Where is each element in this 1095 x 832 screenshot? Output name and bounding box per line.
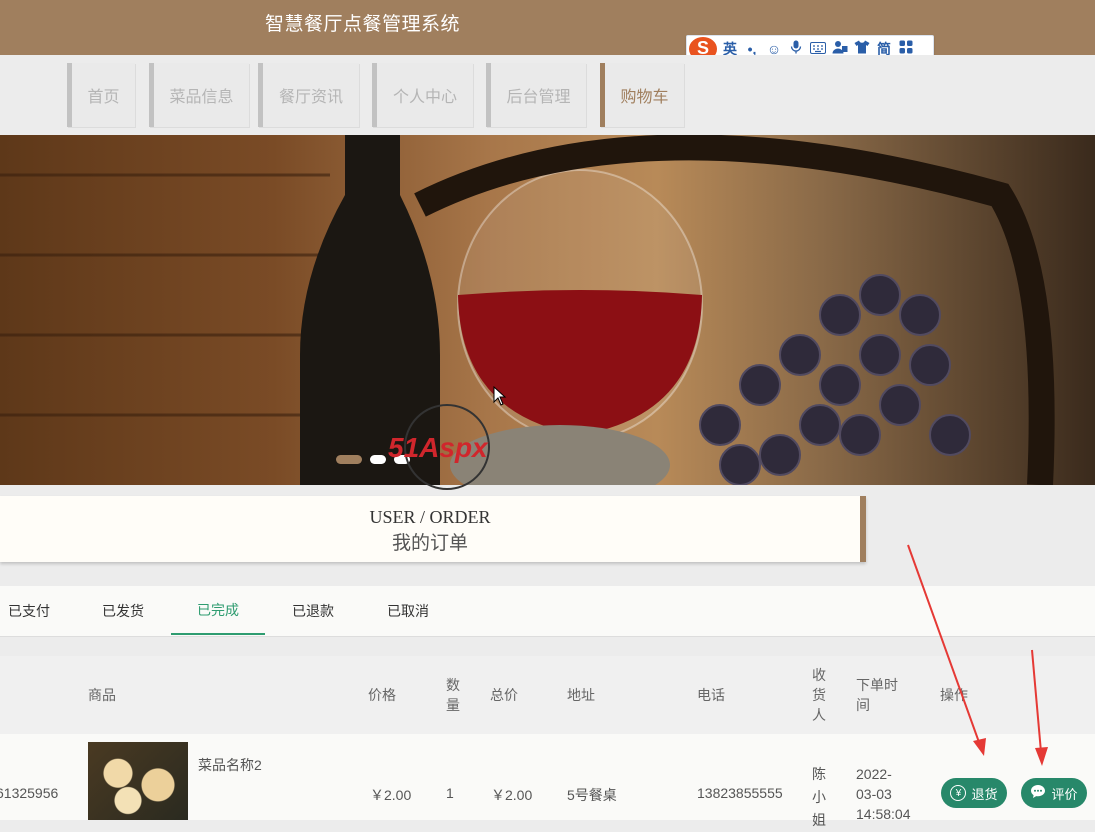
table-row: 61325956 菜品名称2 ￥2.00 1 ￥2.00 5号餐桌 138238… <box>0 734 1095 828</box>
nav-item-profile[interactable]: 个人中心 <box>372 63 473 127</box>
refund-button-label: 退货 <box>971 786 998 802</box>
th-qty: 数 量 <box>446 677 460 713</box>
order-table-header: 商品 价格 数 量 总价 地址 电话 收 货 人 下单时 间 操作 <box>0 656 1095 734</box>
order-section-title: USER / ORDER 我的订单 <box>0 496 866 562</box>
nav-item-label: 首页 <box>87 89 120 106</box>
chat-bubble-icon <box>1030 784 1046 802</box>
hero-banner <box>0 135 1095 485</box>
nav-item-admin[interactable]: 后台管理 <box>486 63 586 127</box>
dish-thumbnail[interactable] <box>88 742 188 820</box>
tab-shipped[interactable]: 已发货 <box>76 586 170 635</box>
carousel-dot[interactable] <box>370 455 386 464</box>
nav-item-label: 菜品信息 <box>169 89 234 106</box>
price-cell: ￥2.00 <box>370 787 412 803</box>
wine-banner-image <box>0 135 1055 485</box>
phone-cell: 13823855555 <box>697 785 783 801</box>
total-cell: ￥2.00 <box>491 787 533 803</box>
th-action: 操作 <box>940 687 968 703</box>
nav-item-home[interactable]: 首页 <box>67 63 135 127</box>
tab-paid[interactable]: 已支付 <box>0 586 76 635</box>
nav-item-label: 购物车 <box>620 89 669 106</box>
order-number: 61325956 <box>0 785 59 801</box>
tab-cancelled[interactable]: 已取消 <box>361 586 455 635</box>
dish-name[interactable]: 菜品名称2 <box>198 755 262 775</box>
main-nav: 首页 菜品信息 餐厅资讯 个人中心 后台管理 购物车 <box>0 55 1095 135</box>
th-total: 总价 <box>490 687 518 703</box>
address-cell: 5号餐桌 <box>567 787 617 803</box>
receiver-cell: 陈 小 姐 <box>812 766 826 828</box>
site-title: 智慧餐厅点餐管理系统 <box>265 14 461 35</box>
th-order-time: 下单时 间 <box>856 677 898 713</box>
th-phone: 电话 <box>697 687 725 703</box>
mouse-cursor-icon <box>493 386 507 406</box>
qty-cell: 1 <box>446 785 454 801</box>
review-button[interactable]: 评价 <box>1021 778 1087 808</box>
tab-refunded[interactable]: 已退款 <box>266 586 360 635</box>
nav-item-label: 个人中心 <box>392 89 457 106</box>
th-product: 商品 <box>88 687 116 703</box>
order-time-cell: 2022- 03-03 14:58:04 <box>856 766 911 822</box>
watermark-logo: 51Aspx <box>388 432 488 463</box>
nav-item-label: 后台管理 <box>506 89 571 106</box>
th-address: 地址 <box>567 687 595 703</box>
nav-item-news[interactable]: 餐厅资讯 <box>258 63 359 127</box>
order-title-en: USER / ORDER <box>369 507 491 527</box>
order-status-tabs: 已支付 已发货 已完成 已退款 已取消 <box>0 586 1095 637</box>
nav-item-cart[interactable]: 购物车 <box>600 63 684 127</box>
tab-completed[interactable]: 已完成 <box>171 586 265 635</box>
refund-button[interactable]: ¥ 退货 <box>941 778 1007 808</box>
order-title-zh: 我的订单 <box>391 533 468 554</box>
carousel-dot[interactable] <box>336 455 362 464</box>
th-receiver: 收 货 人 <box>812 667 826 723</box>
yuan-icon: ¥ <box>950 785 967 801</box>
th-price: 价格 <box>368 687 396 703</box>
review-button-label: 评价 <box>1051 786 1078 802</box>
nav-item-dishes[interactable]: 菜品信息 <box>149 63 249 127</box>
nav-item-label: 餐厅资讯 <box>278 89 343 106</box>
